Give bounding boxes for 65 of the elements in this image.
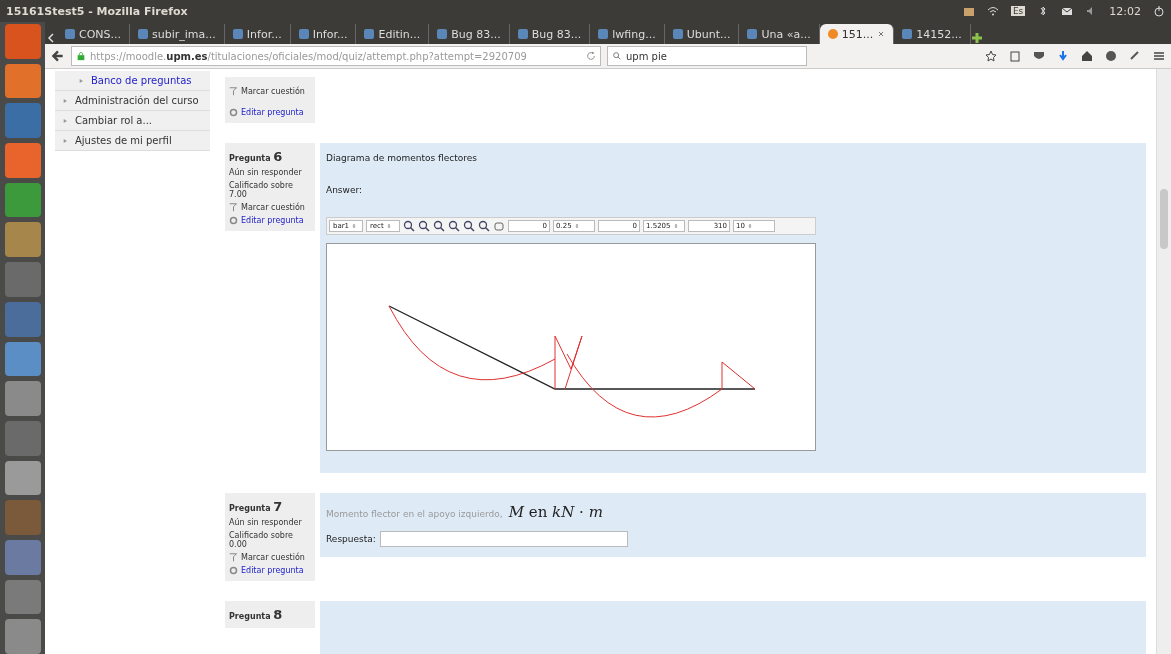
url-field[interactable]: https://moodle.upm.es/titulaciones/oficiales/mod/quiz/attempt.php?attempt=2920709: [71, 46, 601, 66]
question-status: Aún sin responder: [229, 518, 303, 528]
keyboard-indicator[interactable]: Es: [1010, 6, 1026, 16]
spinner-arrows-icon[interactable]: [746, 222, 753, 231]
sidebar-item[interactable]: Administración del curso: [55, 91, 210, 111]
new-tab-icon[interactable]: [970, 32, 983, 44]
sidebar-item[interactable]: Cambiar rol a...: [55, 111, 210, 131]
back-icon[interactable]: [51, 49, 65, 63]
download-icon[interactable]: [1057, 50, 1069, 62]
reload-icon[interactable]: [586, 51, 596, 61]
sidebar-item[interactable]: Banco de preguntas: [55, 71, 210, 91]
favicon-icon: [364, 29, 375, 39]
search-field[interactable]: upm pie: [607, 46, 807, 66]
favicon-icon: [298, 29, 309, 39]
flag-question-link[interactable]: Marcar cuestión: [229, 87, 311, 96]
edit-question-link[interactable]: Editar pregunta: [241, 566, 304, 576]
chevron-left-icon[interactable]: [45, 32, 57, 44]
drawing-canvas[interactable]: [326, 243, 816, 452]
favicon-icon: [827, 29, 838, 39]
edit-question-link[interactable]: Editar pregunta: [241, 108, 304, 117]
favicon-icon: [517, 29, 528, 39]
favicon-icon: [437, 29, 448, 39]
question-grade: Calificado sobre 7.00: [229, 181, 294, 199]
favicon-icon: [747, 29, 758, 39]
power-icon[interactable]: [1153, 5, 1165, 17]
flag-question-link[interactable]: Marcar cuestión: [229, 203, 311, 212]
question-number: Pregunta 6: [229, 149, 284, 164]
lock-icon: [76, 51, 86, 61]
question-text: Momento flector en el apoyo izquierdo,: [326, 509, 503, 520]
question-grade: Calificado sobre 0.00: [229, 531, 294, 550]
menu-icon[interactable]: [1153, 50, 1165, 62]
favicon-icon: [65, 29, 75, 39]
shield-icon[interactable]: [1033, 50, 1045, 62]
question-status: Aún sin responder: [229, 168, 303, 177]
browser-tab[interactable]: 151...: [819, 24, 895, 44]
answer-label: Answer:: [326, 185, 364, 195]
star-icon[interactable]: [985, 50, 997, 62]
edit-question-link[interactable]: Editar pregunta: [241, 216, 304, 225]
favicon-icon: [598, 29, 609, 39]
home-icon[interactable]: [1081, 50, 1093, 62]
formula: M en kN · m: [508, 503, 603, 522]
clock[interactable]: 12:02: [1109, 4, 1141, 18]
wifi-icon[interactable]: [986, 5, 999, 17]
mail-icon[interactable]: [1061, 5, 1074, 17]
favicon-icon: [138, 29, 149, 39]
spinner-arrows-icon[interactable]: [385, 222, 392, 231]
search-icon: [612, 51, 622, 61]
answer-label: Respuesta:: [326, 534, 376, 545]
question-number: Pregunta 8: [229, 607, 284, 623]
close-icon[interactable]: [877, 30, 886, 38]
zoom-icon[interactable]: [433, 220, 445, 233]
spinner-arrows-icon[interactable]: [573, 222, 580, 231]
favicon-icon: [672, 29, 683, 39]
window-title: 15161Stest5 - Mozilla Firefox: [6, 4, 189, 18]
spinner-arrows-icon[interactable]: [672, 222, 679, 231]
favicon-icon: [232, 29, 243, 39]
scrollbar[interactable]: [1156, 69, 1171, 654]
flag-question-link[interactable]: Marcar cuestión: [229, 553, 311, 563]
spinner-arrows-icon[interactable]: [351, 222, 358, 231]
favicon-icon: [902, 29, 913, 39]
scrollbar-thumb[interactable]: [1160, 189, 1168, 249]
answer-field[interactable]: [379, 531, 628, 548]
question-number: Pregunta 7: [229, 499, 284, 515]
question-text: Diagrama de momentos flectores: [326, 153, 478, 163]
sidebar-item[interactable]: Ajustes de mi perfil: [55, 131, 210, 151]
